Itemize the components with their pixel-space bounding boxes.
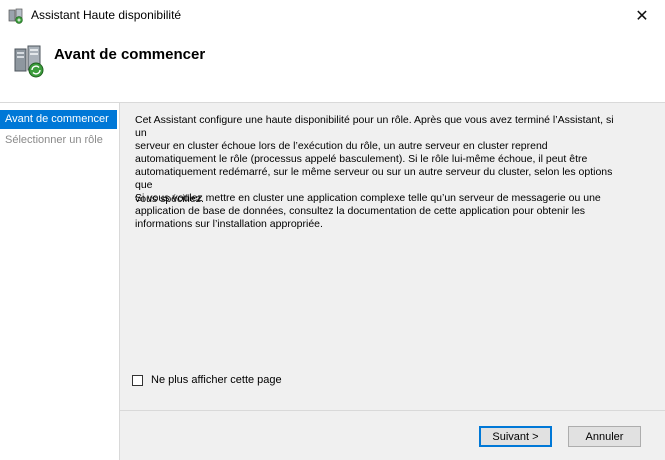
skip-page-checkbox[interactable] (132, 374, 143, 386)
application-paragraph: Si vous voulez mettre en cluster une app… (135, 192, 625, 231)
title-bar: Assistant Haute disponibilité ✕ (0, 0, 665, 31)
text-line: Cet Assistant configure une haute dispon… (135, 114, 614, 140)
content-panel: Cet Assistant configure une haute dispon… (120, 103, 665, 410)
text-line: Si vous voulez mettre en cluster une app… (135, 192, 601, 204)
cancel-button[interactable]: Annuler (568, 426, 641, 447)
cluster-servers-icon (12, 43, 48, 79)
close-icon: ✕ (635, 7, 649, 25)
text-line: automatiquement le rôle (processus appel… (135, 153, 588, 166)
text-line: automatiquement redémarré, sur le même s… (135, 166, 613, 192)
skip-page-label[interactable]: Ne plus afficher cette page (151, 374, 282, 386)
next-button[interactable]: Suivant > (479, 426, 552, 447)
text-line: application de base de données, consulte… (135, 205, 586, 218)
cluster-wizard-icon (8, 8, 24, 24)
window-title: Assistant Haute disponibilité (31, 8, 182, 22)
wizard-steps-sidebar: Avant de commencer Sélectionner un rôle (0, 103, 119, 460)
close-button[interactable]: ✕ (619, 0, 665, 31)
text-line: informations sur l’installation appropri… (135, 218, 323, 231)
sidebar-item-selectionner-un-role: Sélectionner un rôle (5, 134, 103, 146)
wizard-footer: Suivant > Annuler (120, 411, 665, 460)
wizard-header: Avant de commencer (0, 31, 665, 102)
skip-page-option[interactable]: Ne plus afficher cette page (132, 374, 282, 386)
text-line: serveur en cluster échoue lors de l’exéc… (135, 140, 548, 153)
sidebar-item-avant-de-commencer[interactable]: Avant de commencer (0, 110, 117, 129)
page-title: Avant de commencer (54, 46, 206, 63)
